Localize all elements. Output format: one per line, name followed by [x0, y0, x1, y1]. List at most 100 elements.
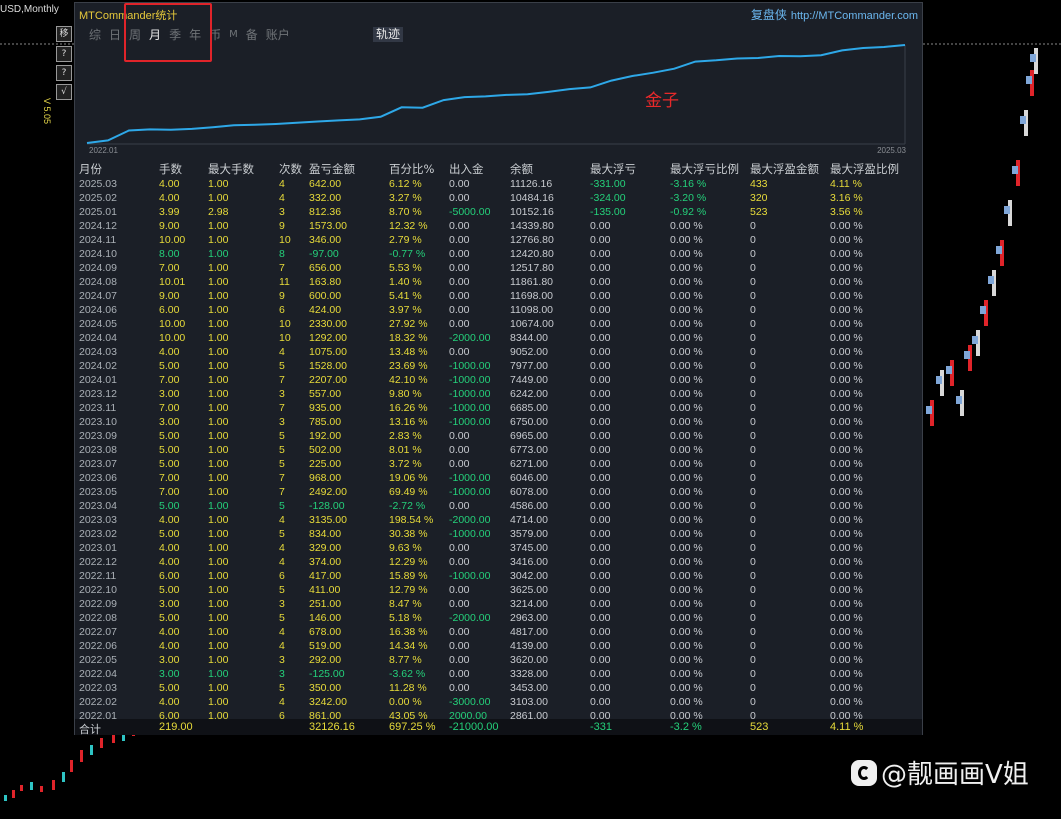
- table-cell: 1.00: [208, 192, 229, 204]
- table-cell: 10: [279, 318, 291, 330]
- table-cell: 600.00: [309, 290, 342, 302]
- table-cell: 3.00: [159, 598, 180, 610]
- table-cell: -135.00: [590, 206, 626, 218]
- table-cell: 0.00: [590, 542, 611, 554]
- move-button[interactable]: 移: [56, 26, 72, 42]
- table-cell: 2023.10: [79, 416, 117, 428]
- table-cell: 0.00: [590, 612, 611, 624]
- table-cell: 18.32 %: [389, 332, 428, 344]
- table-cell: 10: [279, 234, 291, 246]
- table-cell: 1.00: [208, 682, 229, 694]
- table-cell: 4: [279, 556, 285, 568]
- table-cell: 0.00 %: [830, 612, 863, 624]
- total-deposit: -21000.00: [449, 721, 499, 733]
- table-row: 2022.03 5.00 1.00 5 350.00 11.28 % 0.00 3453.00…: [79, 681, 904, 695]
- table-cell: -1000.00: [449, 570, 491, 582]
- track-button[interactable]: 轨迹: [373, 27, 404, 42]
- table-cell: 0.00: [449, 556, 470, 568]
- table-cell: 9.00: [159, 220, 180, 232]
- table-cell: 1.00: [208, 696, 229, 708]
- table-cell: 1573.00: [309, 220, 347, 232]
- table-cell: 0: [750, 570, 756, 582]
- table-cell: 7: [279, 262, 285, 274]
- table-cell: 0.00 %: [830, 346, 863, 358]
- table-cell: 9.63 %: [389, 542, 422, 554]
- table-cell: 1.00: [208, 276, 229, 288]
- table-cell: 5.00: [159, 612, 180, 624]
- table-cell: 2022.12: [79, 556, 117, 568]
- table-cell: 1.40 %: [389, 276, 422, 288]
- trade-marker: [988, 276, 994, 284]
- table-cell: 0.00: [590, 416, 611, 428]
- table-cell: 0.00 %: [670, 542, 703, 554]
- confirm-button[interactable]: √: [56, 84, 72, 100]
- table-cell: 3.00: [159, 654, 180, 666]
- table-cell: 0: [750, 486, 756, 498]
- table-cell: 5.00: [159, 682, 180, 694]
- table-cell: 2022.07: [79, 626, 117, 638]
- table-cell: 0.00: [590, 332, 611, 344]
- table-cell: 42.10 %: [389, 374, 428, 386]
- table-cell: 0: [750, 500, 756, 512]
- table-cell: 1.00: [208, 444, 229, 456]
- table-cell: 0.00 %: [670, 486, 703, 498]
- table-cell: 4: [279, 514, 285, 526]
- table-cell: 0.00: [449, 598, 470, 610]
- table-cell: 3.99: [159, 206, 180, 218]
- table-cell: 3.97 %: [389, 304, 422, 316]
- table-cell: 0.00 %: [670, 570, 703, 582]
- table-cell: 0: [750, 220, 756, 232]
- table-cell: 1.00: [208, 248, 229, 260]
- table-cell: -2000.00: [449, 514, 491, 526]
- total-row: 合计 219.00 32126.16 697.25 % -21000.00 -3…: [75, 719, 922, 736]
- column-header: 次数: [279, 162, 302, 176]
- brand-link[interactable]: http://MTCommander.com: [791, 10, 918, 22]
- table-cell: 16.26 %: [389, 402, 428, 414]
- table-cell: 6965.00: [510, 430, 548, 442]
- trade-marker: [936, 376, 942, 384]
- table-cell: 6.12 %: [389, 178, 422, 190]
- table-cell: 2024.11: [79, 234, 117, 246]
- table-row: 2023.05 7.00 1.00 7 2492.00 69.49 % -1000.00 60…: [79, 485, 904, 499]
- column-header: 最大手数: [208, 162, 254, 176]
- table-cell: 523: [750, 206, 768, 218]
- table-cell: 2022.05: [79, 654, 117, 666]
- table-cell: 1.00: [208, 234, 229, 246]
- candle: [12, 790, 15, 798]
- table-cell: 0.00 %: [830, 458, 863, 470]
- table-row: 2024.05 10.00 1.00 10 2330.00 27.92 % 0.00 1067…: [79, 317, 904, 331]
- table-cell: 0.00 %: [830, 248, 863, 260]
- table-cell: 0: [750, 472, 756, 484]
- table-cell: 3416.00: [510, 556, 548, 568]
- table-cell: 0.00 %: [830, 640, 863, 652]
- table-cell: 1.00: [208, 584, 229, 596]
- table-cell: 0.00: [590, 640, 611, 652]
- table-cell: 8: [279, 248, 285, 260]
- table-cell: 9: [279, 290, 285, 302]
- table-cell: 0.00: [590, 360, 611, 372]
- table-cell: 0.00 %: [670, 276, 703, 288]
- table-cell: -2.72 %: [389, 500, 426, 512]
- help-button[interactable]: ?: [56, 46, 72, 62]
- table-cell: 374.00: [309, 556, 342, 568]
- table-row: 2024.06 6.00 1.00 6 424.00 3.97 % 0.00 11098.00…: [79, 303, 904, 317]
- table-cell: 2330.00: [309, 318, 347, 330]
- table-cell: 0.00 %: [670, 626, 703, 638]
- total-percent: 697.25 %: [389, 721, 436, 733]
- table-cell: 69.49 %: [389, 486, 428, 498]
- table-cell: 0: [750, 374, 756, 386]
- table-cell: 1.00: [208, 374, 229, 386]
- table-cell: 11126.16: [510, 178, 553, 190]
- table-cell: 10.00: [159, 234, 186, 246]
- table-row: 2024.03 4.00 1.00 4 1075.00 13.48 % 0.00 9052.0…: [79, 345, 904, 359]
- table-cell: 2023.08: [79, 444, 117, 456]
- info-button[interactable]: ?: [56, 65, 72, 81]
- table-cell: 3: [279, 388, 285, 400]
- table-cell: 0: [750, 528, 756, 540]
- table-cell: 8.00: [159, 248, 180, 260]
- table-cell: 0.00 %: [830, 374, 863, 386]
- table-cell: 0.00: [449, 444, 470, 456]
- table-cell: 2024.04: [79, 332, 117, 344]
- table-row: 2023.03 4.00 1.00 4 3135.00 198.54 % -2000.00 4…: [79, 513, 904, 527]
- table-row: 2022.07 4.00 1.00 4 678.00 16.38 % 0.00 4817.00…: [79, 625, 904, 639]
